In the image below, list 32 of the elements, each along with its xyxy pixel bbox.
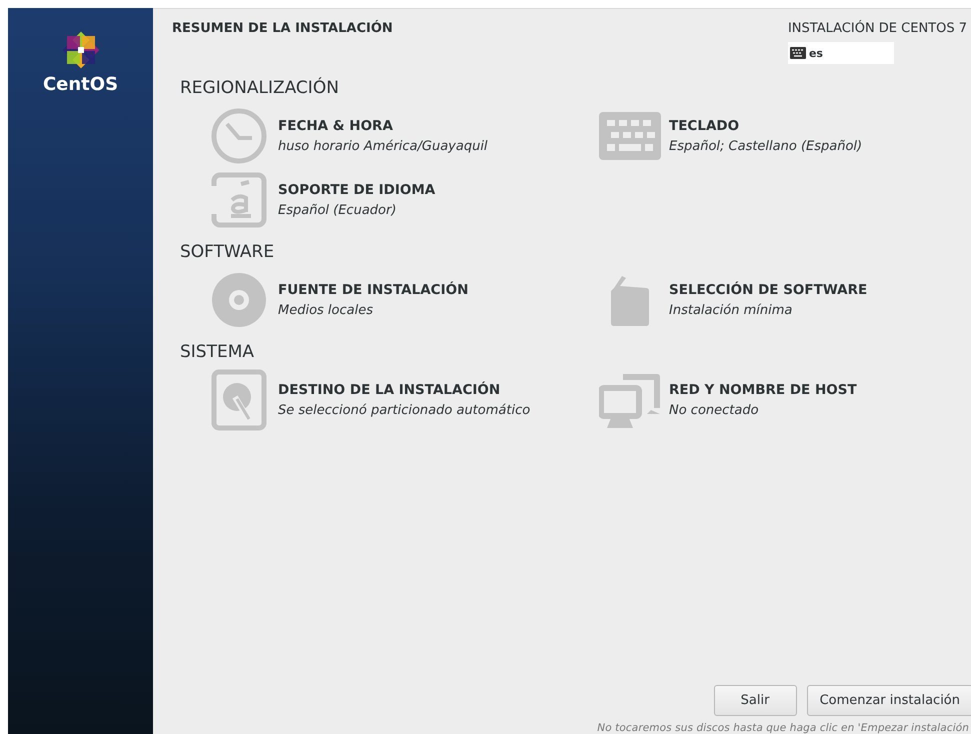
spoke-title[interactable]: FUENTE DE INSTALACIÓN	[278, 282, 468, 298]
spoke-status: No conectado	[669, 403, 760, 418]
spoke-title[interactable]: RED Y NOMBRE DE HOST	[669, 382, 857, 398]
section-heading: SISTEMA	[180, 342, 256, 362]
spoke-status: Medios locales	[278, 303, 374, 318]
spoke-title[interactable]: SELECCIÓN DE SOFTWARE	[669, 282, 868, 298]
section-heading: REGIONALIZACIÓN	[180, 78, 340, 98]
spoke-title[interactable]: SOPORTE DE IDIOMA	[278, 182, 436, 198]
box-icon	[610, 274, 650, 326]
logo-text: CentOS	[42, 74, 118, 95]
product-title: INSTALACIÓN DE CENTOS 7	[788, 21, 967, 36]
keyboard-layout-indicator[interactable]: es	[788, 42, 894, 64]
network-icon	[599, 372, 661, 428]
clock-icon	[210, 107, 268, 165]
quit-button[interactable]: Salir	[714, 685, 797, 716]
keyboard-icon	[599, 112, 661, 160]
spoke-status: Español (Ecuador)	[278, 203, 398, 218]
section-heading: SOFTWARE	[180, 242, 276, 262]
begin-installation-button[interactable]: Comenzar instalación	[806, 685, 971, 716]
spoke-status: Instalación mínima	[669, 303, 794, 318]
spoke-title[interactable]: FECHA & HORA	[278, 118, 488, 134]
spoke-status: Se seleccionó particionado automático	[278, 403, 530, 418]
language-icon	[211, 172, 267, 228]
keyboard-icon	[790, 47, 806, 59]
spoke-title[interactable]: DESTINO DE LA INSTALACIÓN	[278, 382, 530, 398]
page-title: RESUMEN DE LA INSTALACIÓN	[172, 21, 393, 38]
logo-icon	[60, 30, 100, 70]
spoke-status: Español; Castellano (Español)	[669, 139, 862, 154]
disc-icon	[211, 272, 267, 328]
spoke-title[interactable]: TECLADO	[669, 118, 862, 134]
footer-note: No tocaremos sus discos hasta que haga clic en 'Empezar instalación	[597, 722, 969, 734]
spoke-status: huso horario América/Guayaquil	[278, 139, 488, 154]
